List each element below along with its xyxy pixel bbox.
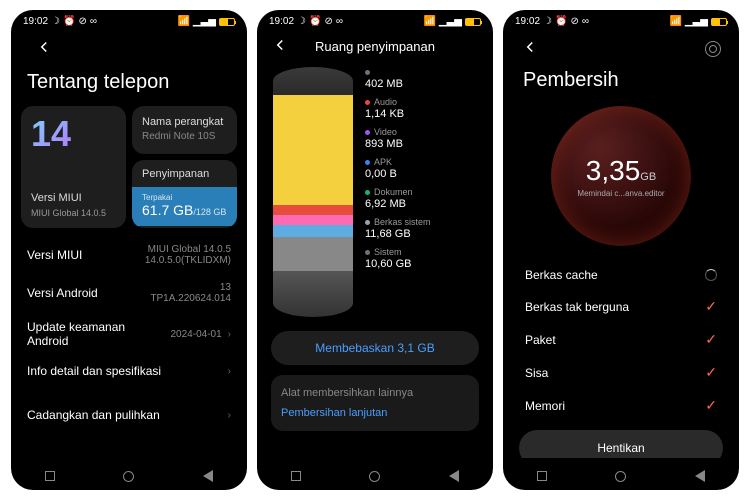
check-icon: ✓ — [705, 298, 717, 315]
nav-recent[interactable] — [45, 471, 55, 481]
phone-storage: 19:02☽⏰⊘∞ 📶▁▃▅ Ruang penyimpanan 402 MB A… — [257, 10, 493, 490]
nav-home[interactable] — [123, 471, 134, 482]
list-row[interactable]: Update keamanan Android2024-04-01› — [21, 312, 237, 356]
cleanup-row: Memori✓ — [523, 389, 719, 422]
chevron-right-icon: › — [228, 329, 231, 340]
status-time: 19:02 — [23, 16, 48, 27]
free-space-button[interactable]: Membebaskan 3,1 GB — [271, 331, 479, 365]
cleanup-row: Paket✓ — [523, 323, 719, 356]
nav-home[interactable] — [369, 471, 380, 482]
nav-bar — [257, 462, 493, 490]
nav-back[interactable] — [449, 470, 459, 482]
page-title: Tentang telepon — [21, 63, 237, 106]
miui-label: Versi MIUI — [31, 192, 116, 204]
nav-back[interactable] — [695, 470, 705, 482]
nav-recent[interactable] — [537, 471, 547, 481]
chevron-right-icon: › — [228, 410, 231, 421]
battery-icon — [219, 18, 235, 26]
storage-used-label: Terpakai — [142, 193, 227, 202]
cleanup-row: Berkas cache — [523, 260, 719, 290]
sync-icon: ∞ — [90, 16, 97, 27]
status-bar: 19:02☽⏰⊘∞ 📶▁▃▅ — [503, 10, 739, 29]
legend-item[interactable]: APK0,00 B — [365, 157, 477, 180]
check-icon: ✓ — [705, 397, 717, 414]
device-name-card[interactable]: Nama perangkat Redmi Note 10S — [132, 106, 237, 154]
legend-item[interactable]: Audio1,14 KB — [365, 97, 477, 120]
list-row[interactable]: Versi MIUIMIUI Global 14.0.514.0.5.0(TKL… — [21, 236, 237, 274]
check-icon: ✓ — [705, 331, 717, 348]
wifi-icon: 📶 — [177, 16, 189, 27]
cleanup-unit: GB — [640, 171, 656, 183]
storage-card[interactable]: Penyimpanan Terpakai 61.7 GB/128 GB — [132, 160, 237, 228]
nav-bar — [11, 462, 247, 490]
status-bar: 19:02☽⏰⊘∞ 📶▁▃▅ — [257, 10, 493, 29]
advanced-cleanup-link[interactable]: Pembersihan lanjutan — [281, 407, 469, 419]
list-row[interactable]: Info detail dan spesifikasi› — [21, 356, 237, 386]
miui-logo: 14 — [31, 116, 116, 152]
device-label: Nama perangkat — [142, 116, 227, 128]
storage-total: /128 GB — [193, 207, 226, 217]
back-button[interactable] — [521, 38, 539, 59]
storage-cylinder — [273, 67, 353, 317]
miui-version-card[interactable]: 14 Versi MIUI MIUI Global 14.0.5 — [21, 106, 126, 228]
nav-bar — [503, 462, 739, 490]
page-title: Pembersih — [513, 63, 729, 102]
legend-item[interactable]: 402 MB — [365, 67, 477, 90]
chevron-right-icon: › — [228, 366, 231, 377]
check-icon: ✓ — [705, 364, 717, 381]
other-tools-title: Alat membersihkan lainnya — [281, 387, 469, 399]
stop-button[interactable]: Hentikan — [519, 430, 723, 458]
signal-icon: ▁▃▅ — [193, 16, 216, 27]
alarm-icon: ⏰ — [63, 16, 75, 27]
phone-about: 19:02☽⏰⊘ ∞ 📶 ▁▃▅ Tentang telepon 14 Versi … — [11, 10, 247, 490]
spinner-icon — [705, 269, 717, 281]
cleanup-size: 3,35 — [586, 155, 641, 186]
other-tools-section: Alat membersihkan lainnya Pembersihan la… — [271, 375, 479, 431]
cleanup-row: Sisa✓ — [523, 356, 719, 389]
legend-item[interactable]: Berkas sistem11,68 GB — [365, 217, 477, 240]
scanning-text: Memindai c...anva.editor — [577, 189, 664, 198]
cleanup-row: Berkas tak berguna✓ — [523, 290, 719, 323]
nav-back[interactable] — [203, 470, 213, 482]
cleanup-list: Berkas cacheBerkas tak berguna✓Paket✓Sis… — [513, 260, 729, 422]
back-button[interactable] — [21, 34, 237, 63]
device-value: Redmi Note 10S — [142, 131, 227, 142]
miui-value: MIUI Global 14.0.5 — [31, 208, 116, 218]
info-list: Versi MIUIMIUI Global 14.0.514.0.5.0(TKL… — [21, 236, 237, 430]
list-row[interactable]: Versi Android13TP1A.220624.014 — [21, 274, 237, 312]
phone-cleaner: 19:02☽⏰⊘∞ 📶▁▃▅ Pembersih 3,35GB Memindai… — [503, 10, 739, 490]
nav-home[interactable] — [615, 471, 626, 482]
storage-legend: 402 MB Audio1,14 KB Video893 MB APK0,00 B Do… — [365, 67, 477, 317]
status-bar: 19:02☽⏰⊘ ∞ 📶 ▁▃▅ — [11, 10, 247, 29]
legend-item[interactable]: Dokumen6,92 MB — [365, 187, 477, 210]
page-title: Ruang penyimpanan — [271, 39, 479, 54]
dnd-icon: ⊘ — [78, 16, 86, 27]
nav-recent[interactable] — [291, 471, 301, 481]
storage-label: Penyimpanan — [142, 168, 227, 180]
legend-item[interactable]: Video893 MB — [365, 127, 477, 150]
settings-icon[interactable] — [705, 41, 721, 57]
storage-used: 61.7 GB — [142, 202, 193, 218]
list-row[interactable]: Cadangkan dan pulihkan› — [21, 400, 237, 430]
moon-icon: ☽ — [51, 16, 60, 27]
cleanup-orb: 3,35GB Memindai c...anva.editor — [551, 106, 691, 246]
legend-item[interactable]: Sistem10,60 GB — [365, 247, 477, 270]
